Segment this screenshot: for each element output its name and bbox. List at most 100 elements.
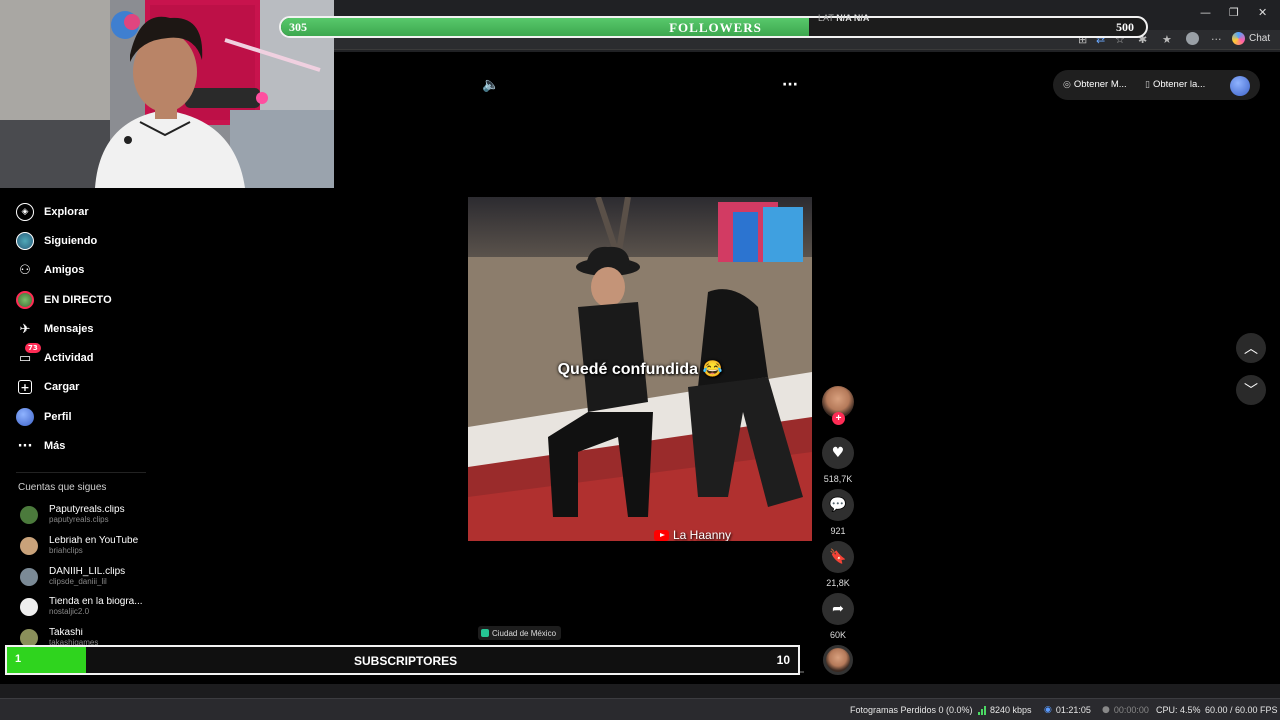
restore-icon[interactable]: ❐ xyxy=(1229,6,1239,19)
sidebar-divider xyxy=(16,472,146,473)
like-count: 518,7K xyxy=(823,474,853,484)
subscribers-label: SUBSCRIPTORES xyxy=(354,654,458,668)
bitrate-value: 8240 kbps xyxy=(990,705,1032,715)
volume-icon[interactable]: 🔈 xyxy=(482,77,499,93)
close-icon[interactable]: ✕ xyxy=(1258,6,1267,19)
taskbar-strip xyxy=(0,684,1280,698)
account-handle: clipsde_daniii_lil xyxy=(49,577,107,586)
sidebar-item-siguiendo[interactable]: Siguiendo xyxy=(16,230,97,252)
location-text: Ciudad de México xyxy=(492,628,557,638)
live-icon: ◉ xyxy=(1044,705,1052,715)
chat-label: Chat xyxy=(1249,33,1271,44)
screen: — ❐ ✕ ⊞ ⇄ ☆ ✱ ★ ··· Chat 305 FOLLOWERS 5… xyxy=(0,0,1280,720)
top-actions: ◎ Obtener M... ▯ Obtener la... xyxy=(1053,70,1260,100)
live-time-value: 01:21:05 xyxy=(1055,705,1091,715)
fps-readout: 60.00 / 60.00 FPS xyxy=(1205,705,1278,715)
comment-count: 921 xyxy=(830,526,846,536)
get-app-button[interactable]: ◎ Obtener M... xyxy=(1063,79,1127,90)
following-account[interactable]: Lebriah en YouTube briahclips xyxy=(20,534,138,558)
activity-icon: ▭ 73 xyxy=(16,343,41,367)
latency-readout: LAT N/A N/A xyxy=(818,13,869,23)
sidebar-item-label: Siguiendo xyxy=(44,235,98,247)
video-player[interactable]: Quedé confundida 😂 La Haanny xyxy=(468,197,812,541)
copilot-icon xyxy=(1232,32,1245,45)
more-horizontal-icon[interactable]: ··· xyxy=(782,77,798,93)
sidebar-item-actividad[interactable]: ▭ 73 Actividad xyxy=(16,343,94,369)
minimize-icon[interactable]: — xyxy=(1200,6,1211,19)
avatar xyxy=(20,568,38,586)
share-count: 60K xyxy=(829,630,846,640)
sidebar-item-label: EN DIRECTO xyxy=(44,294,112,306)
browser-menu-icon[interactable]: ··· xyxy=(1211,33,1222,46)
youtube-icon xyxy=(654,529,669,541)
messages-icon: ✈ xyxy=(19,321,31,337)
latency-label: LAT xyxy=(818,13,834,23)
following-account[interactable]: Paputyreals.clips paputyreals.clips xyxy=(20,503,125,527)
share-button[interactable]: ➦ xyxy=(822,593,854,625)
subscribers-goal-bar: 1 SUBSCRIPTORES 10 xyxy=(5,645,800,675)
pill-label: Obtener la... xyxy=(1152,79,1206,90)
obs-status-bar: Fotogramas Perdidos 0 (0.0%) 8240 kbps ◉… xyxy=(0,698,1280,720)
follow-plus-icon[interactable]: + xyxy=(832,412,845,425)
sidebar-item-label: Más xyxy=(44,440,66,452)
record-icon: ● xyxy=(1102,705,1110,715)
cpu-usage: CPU: 4.5% xyxy=(1156,705,1201,715)
get-desktop-button[interactable]: ▯ Obtener la... xyxy=(1145,79,1205,90)
sidebar-item-perfil[interactable]: Perfil xyxy=(16,406,72,428)
coins-icon: ◎ xyxy=(1063,79,1071,90)
chevron-down-icon: ﹀ xyxy=(1244,383,1258,399)
following-avatar-icon xyxy=(16,232,34,250)
video-caption: Quedé confundida 😂 xyxy=(557,361,723,378)
phone-icon: ▯ xyxy=(1145,79,1150,90)
avatar xyxy=(20,537,38,555)
comment-icon: 💬 xyxy=(829,497,847,513)
save-button[interactable]: 🔖 xyxy=(822,541,854,573)
user-avatar[interactable] xyxy=(1230,76,1250,96)
avatar xyxy=(20,506,38,524)
subscribers-current: 1 xyxy=(15,653,22,665)
dropped-frames: Fotogramas Perdidos 0 (0.0%) xyxy=(850,705,973,715)
sidebar-item-cargar[interactable]: + Cargar xyxy=(16,376,79,398)
heart-icon: ♥ xyxy=(831,445,845,461)
followers-label: FOLLOWERS xyxy=(669,20,762,35)
activity-badge: 73 xyxy=(25,343,41,353)
sidebar-item-label: Explorar xyxy=(44,206,89,218)
next-video-button[interactable]: ﹀ xyxy=(1236,375,1266,405)
sidebar-item-mas[interactable]: ··· Más xyxy=(16,435,66,457)
previous-video-button[interactable]: ︿ xyxy=(1236,333,1266,363)
copilot-chat-button[interactable]: Chat xyxy=(1232,32,1270,45)
sidebar-item-amigos[interactable]: ⚇ Amigos xyxy=(16,259,84,281)
following-account[interactable]: Tienda en la biogra... nostaljic2.0 xyxy=(20,595,143,619)
sidebar-item-en-directo[interactable]: EN DIRECTO xyxy=(16,289,112,311)
sidebar-item-label: Mensajes xyxy=(44,323,94,335)
sidebar-item-label: Cargar xyxy=(44,381,80,393)
account-name: Paputyreals.clips xyxy=(49,505,125,515)
followers-goal-bar: 305 FOLLOWERS 500 xyxy=(279,16,1148,38)
sidebar-item-label: Amigos xyxy=(44,264,85,276)
rec-time: ● 00:00:00 xyxy=(1102,705,1149,715)
avatar xyxy=(20,598,38,616)
watermark-text: La Haanny xyxy=(673,528,732,541)
following-account[interactable]: DANIIH_LIL.clips clipsde_daniii_lil xyxy=(20,565,125,589)
music-disc[interactable] xyxy=(823,645,853,675)
account-handle: briahclips xyxy=(49,546,83,555)
sidebar-item-mensajes[interactable]: ✈ Mensajes xyxy=(16,318,94,340)
location-tag[interactable]: Ciudad de México xyxy=(478,626,562,640)
rec-time-value: 00:00:00 xyxy=(1113,705,1149,715)
browser-profile-icon[interactable] xyxy=(1186,32,1199,45)
share-icon: ➦ xyxy=(832,601,844,617)
save-count: 21,8K xyxy=(826,578,850,588)
video-watermark: La Haanny xyxy=(654,528,731,541)
chevron-up-icon: ︿ xyxy=(1244,341,1258,357)
favorites-icon[interactable]: ★ xyxy=(1162,33,1172,46)
like-button[interactable]: ♥ xyxy=(822,437,854,469)
account-name: Lebriah en YouTube xyxy=(49,536,139,546)
sidebar-item-explorar[interactable]: ◈ Explorar xyxy=(16,201,89,223)
bitrate: 8240 kbps xyxy=(978,705,1032,715)
subscribers-goal: 10 xyxy=(776,653,790,667)
more-icon: ··· xyxy=(17,438,33,454)
comment-button[interactable]: 💬 xyxy=(822,489,854,521)
live-time: ◉ 01:21:05 xyxy=(1044,705,1091,715)
profile-icon xyxy=(16,408,34,426)
followers-goal: 500 xyxy=(1116,20,1134,34)
